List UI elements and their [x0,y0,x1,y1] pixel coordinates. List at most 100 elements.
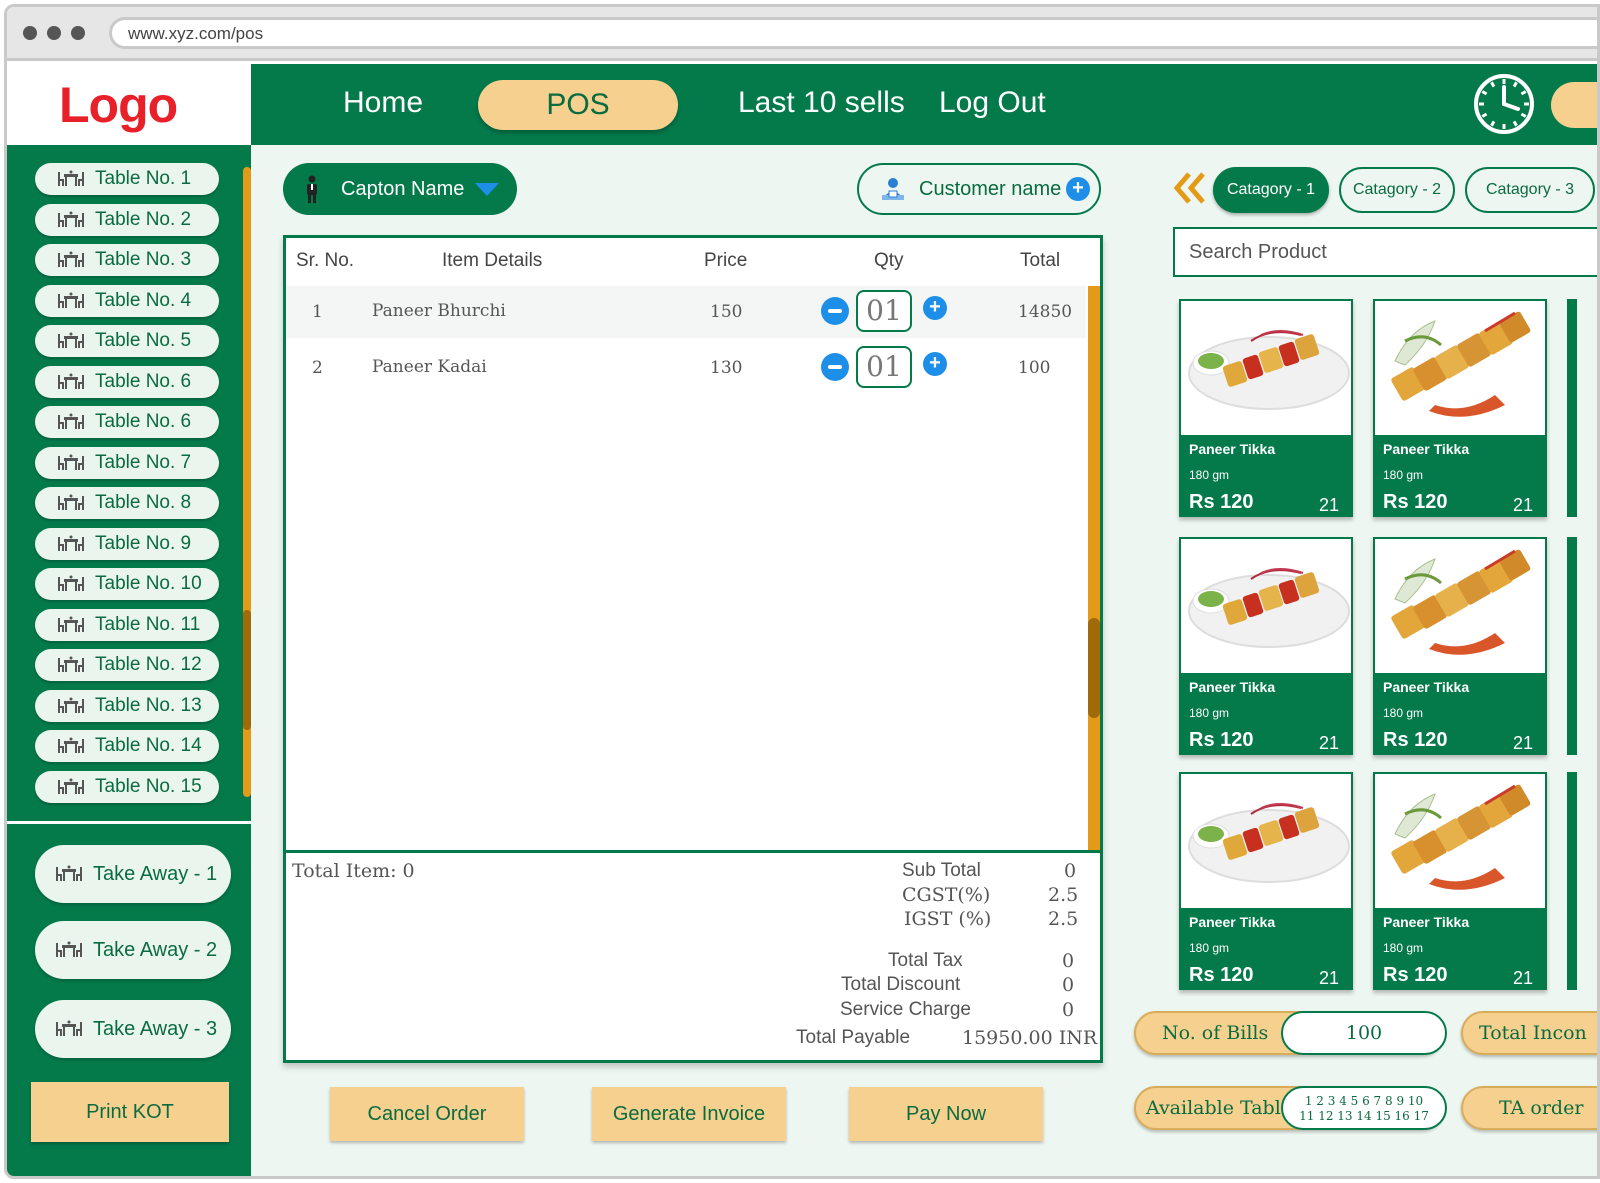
row-total: 14850 [1018,302,1073,322]
captain-select-label: Capton Name [341,177,465,200]
table-icon [58,575,84,591]
order-scrollbar[interactable] [1088,286,1100,850]
category-tab-2[interactable]: Catagory - 2 [1339,167,1455,213]
sidebar-table-button[interactable]: Table No. 4 [35,284,219,317]
url-text: www.xyz.com/pos [128,24,264,43]
dropdown-caret-icon [475,183,499,196]
product-card-partial[interactable] [1567,299,1577,517]
sidebar-table-button[interactable]: Table No. 11 [35,608,219,641]
sidebar-table-button[interactable]: Table No. 12 [35,649,219,681]
address-bar[interactable]: www.xyz.com/pos [109,17,1597,49]
product-stock: 21 [1512,968,1533,988]
order-scroll-thumb[interactable] [1088,618,1100,718]
product-card-partial[interactable] [1567,772,1577,990]
customer-name-button[interactable]: Customer name + [857,163,1101,215]
category-tab-3[interactable]: Catagory - 3 [1465,167,1595,213]
order-row: 1 Paneer Bhurchi 150 01 +14850 [286,286,1086,338]
takeaway-button[interactable]: Take Away - 1 [35,845,231,903]
total-payable-value: 15950.00 INR [962,1027,1098,1049]
logo-area: Logo [7,64,251,145]
sidebar-table-button[interactable]: Table No. 5 [35,325,219,357]
table-label: Table No. 6 [95,411,192,432]
sidebar-scroll-thumb[interactable] [243,610,251,730]
waiter-icon [307,175,317,203]
increase-qty-button[interactable]: + [923,296,947,320]
window-close-dot[interactable] [23,26,37,40]
order-row: 2 Paneer Kadai 130 01 +100 [286,342,1086,394]
window-minimize-dot[interactable] [47,26,61,40]
search-product-input[interactable]: Search Product [1173,227,1597,277]
sidebar-table-button[interactable]: Table No. 9 [35,527,219,560]
category-tab-1[interactable]: Catagory - 1 [1213,167,1329,213]
table-label: Table No. 2 [95,208,192,230]
sidebar-table-button[interactable]: Table No. 15 [35,770,219,803]
sidebar-table-button[interactable]: Table No. 13 [35,689,219,722]
sidebar-table-button[interactable]: Table No. 14 [35,730,219,762]
sidebar: Table No. 1 Table No. 2 Table No. 3 Table N… [7,145,251,1176]
captain-select[interactable]: Capton Name [283,163,517,215]
takeaway-button[interactable]: Take Away - 2 [35,921,231,979]
product-card-partial[interactable] [1567,537,1577,755]
table-label: Table No. 3 [95,249,192,270]
product-card[interactable]: Paneer Tikka 180 gm Rs 120 21 [1179,299,1353,517]
customer-icon [882,178,904,200]
sidebar-table-button[interactable]: Table No. 6 [35,365,219,398]
sidebar-table-button[interactable]: Table No. 8 [35,487,219,519]
qty-input[interactable]: 01 [856,290,912,332]
nav-last-10-sells[interactable]: Last 10 sells [738,86,905,120]
add-customer-icon[interactable]: + [1066,177,1090,201]
sidebar-table-button[interactable]: Table No. 1 [35,163,219,195]
product-name: Paneer Tikka [1383,679,1470,695]
sidebar-table-button[interactable]: Table No. 3 [35,244,219,276]
table-icon [58,373,84,389]
product-price: Rs 120 [1189,729,1254,751]
nav-log-out[interactable]: Log Out [939,86,1046,120]
decrease-qty-button[interactable] [821,353,849,381]
increase-qty-button[interactable]: + [923,352,947,376]
sidebar-table-button[interactable]: Table No. 2 [35,203,219,236]
window-maximize-dot[interactable] [71,26,85,40]
sub-total-label: Sub Total [902,860,981,881]
paneer-tikka-plate-image [1188,330,1350,410]
sidebar-table-button[interactable]: Table No. 10 [35,568,219,600]
table-label: Table No. 14 [95,735,202,756]
table-icon [56,1020,82,1036]
pay-now-button[interactable]: Pay Now [849,1087,1043,1141]
sidebar-table-button[interactable]: Table No. 7 [35,446,219,479]
product-image [1375,301,1545,435]
sidebar-table-button[interactable]: Table No. 6 [35,406,219,438]
double-chevron-left-icon[interactable] [1173,171,1207,205]
row-price: 130 [710,358,743,378]
product-name: Paneer Tikka [1189,679,1276,695]
generate-invoice-button[interactable]: Generate Invoice [592,1087,786,1141]
row-sr-no: 1 [312,302,323,322]
print-kot-button[interactable]: Print KOT [31,1082,229,1142]
total-tax-value: 0 [1062,950,1075,972]
product-stock: 21 [1318,733,1339,753]
product-card[interactable]: Paneer Tikka 180 gm Rs 120 21 [1373,299,1547,517]
product-image [1181,774,1351,908]
product-card[interactable]: Paneer Tikka 180 gm Rs 120 21 [1179,772,1353,990]
product-card[interactable]: Paneer Tikka 180 gm Rs 120 21 [1373,537,1547,755]
takeaway-button[interactable]: Take Away - 3 [35,1000,231,1058]
bills-label: No. of Bills [1162,1022,1269,1044]
qty-input[interactable]: 01 [856,346,912,388]
product-card[interactable]: Paneer Tikka 180 gm Rs 120 21 [1373,772,1547,990]
product-image [1181,301,1351,435]
sidebar-divider [7,821,251,824]
table-label: Table No. 4 [95,289,192,311]
decrease-qty-button[interactable] [821,297,849,325]
paneer-tikka-skewer-image [1391,549,1531,655]
table-icon [58,535,84,551]
product-card[interactable]: Paneer Tikka 180 gm Rs 120 21 [1179,537,1353,755]
table-icon [56,865,82,881]
browser-toolbar: www.xyz.com/pos [7,7,1597,61]
product-price: Rs 120 [1383,964,1448,986]
col-item-details: Item Details [442,250,543,271]
nav-pos[interactable]: POS [478,80,678,130]
cancel-order-button[interactable]: Cancel Order [330,1087,524,1141]
nav-user-button[interactable] [1551,82,1597,128]
nav-home[interactable]: Home [343,86,423,120]
table-icon [56,941,82,957]
table-icon [58,332,84,348]
